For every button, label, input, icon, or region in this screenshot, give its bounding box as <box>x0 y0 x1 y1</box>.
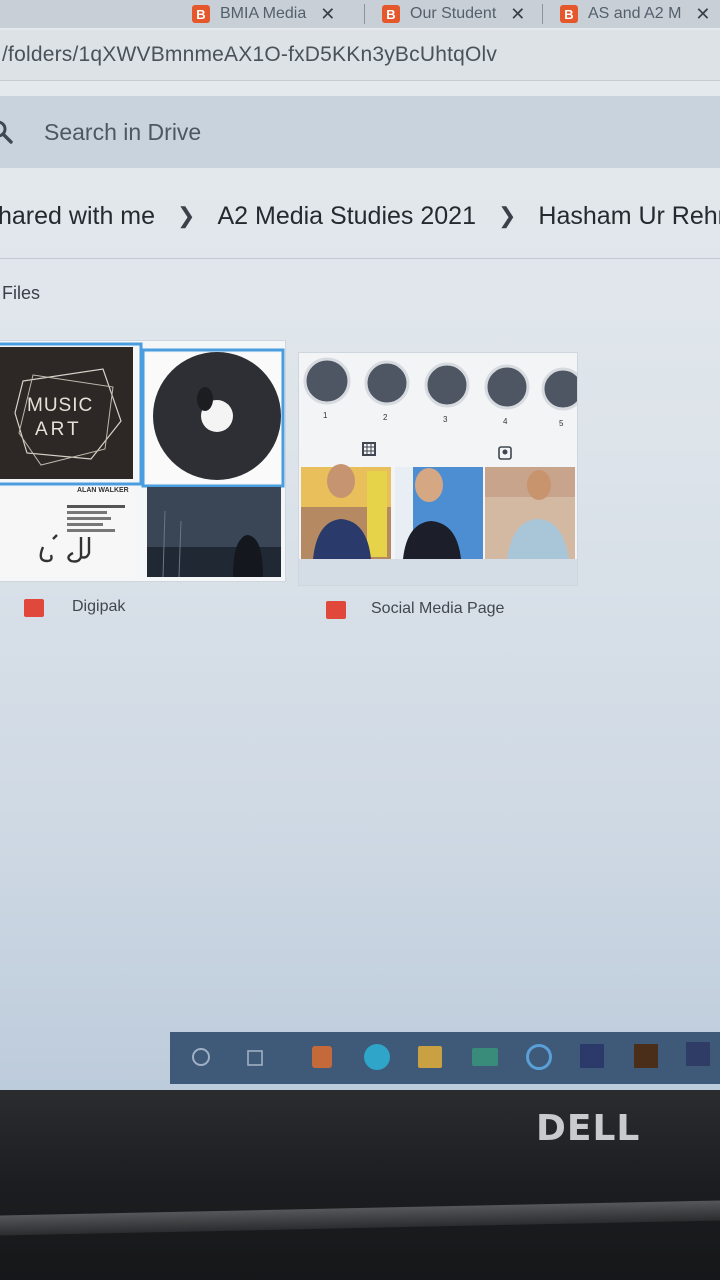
file-explorer-icon[interactable] <box>312 1046 332 1068</box>
adobe-app-icon[interactable] <box>580 1044 604 1068</box>
digipak-artist-name: ALAN WALKER <box>77 487 129 494</box>
drive-search-bar[interactable] <box>0 96 720 168</box>
close-icon[interactable]: ✕ <box>510 4 525 25</box>
breadcrumb-shared-with-me[interactable]: hared with me <box>0 202 155 231</box>
highlight-label-2: 2 <box>383 413 388 422</box>
search-icon[interactable] <box>0 119 14 145</box>
section-label-files: Files <box>2 283 41 303</box>
tab-title: AS and A2 M <box>588 5 682 22</box>
digipak-thumbnail <box>0 341 285 581</box>
dell-logo: DELL <box>536 1108 641 1149</box>
close-icon[interactable]: ✕ <box>695 4 710 25</box>
task-view-icon[interactable] <box>246 1048 268 1068</box>
blogger-icon: B <box>192 5 210 23</box>
highlight-label-4: 4 <box>503 417 508 426</box>
digipak-logo-text-art: ART <box>35 419 82 440</box>
file-card-digipak[interactable]: MUSIC ART ALAN WALKER <box>0 340 286 582</box>
url-text[interactable]: /folders/1qXWVBmnmeAX1O-fxD5KKn3yBcUhtqO… <box>0 43 497 67</box>
highlight-label-5: 5 <box>559 419 564 428</box>
windows-taskbar <box>170 1032 720 1084</box>
cortana-icon[interactable] <box>190 1046 212 1068</box>
tab-title: Our Student <box>410 5 497 22</box>
premiere-icon[interactable] <box>686 1042 710 1066</box>
tab-our-student[interactable]: B Our Student ✕ <box>382 0 525 28</box>
blogger-icon: B <box>382 5 400 23</box>
highlight-label-3: 3 <box>443 415 448 424</box>
breadcrumb: hared with me ❯ A2 Media Studies 2021 ❯ … <box>0 188 720 244</box>
image-file-icon <box>326 601 346 619</box>
breadcrumb-current-folder[interactable]: Hasham Ur Rehman <box>538 202 720 231</box>
address-bar[interactable]: /folders/1qXWVBmnmeAX1O-fxD5KKn3yBcUhtqO… <box>0 30 720 81</box>
highlight-label-1: 1 <box>323 411 328 420</box>
close-icon[interactable]: ✕ <box>320 4 335 25</box>
chevron-right-icon: ❯ <box>177 203 196 228</box>
file-name-digipak[interactable]: Digipak <box>72 598 125 616</box>
blogger-icon: B <box>560 5 578 23</box>
store-icon[interactable] <box>418 1046 442 1068</box>
tab-as-and-a2[interactable]: B AS and A2 M ✕ <box>560 0 710 28</box>
monitor-screen: B BMIA Media ✕ B Our Student ✕ B AS and … <box>0 0 720 1100</box>
edge-icon[interactable] <box>364 1044 390 1070</box>
tab-divider <box>542 4 543 24</box>
breadcrumb-a2-media-studies[interactable]: A2 Media Studies 2021 <box>217 202 476 231</box>
mail-icon[interactable] <box>472 1048 498 1066</box>
tab-divider <box>364 4 365 24</box>
search-input[interactable] <box>42 117 546 147</box>
divider <box>0 258 720 259</box>
browser-tab-strip: B BMIA Media ✕ B Our Student ✕ B AS and … <box>0 0 720 28</box>
illustrator-icon[interactable] <box>634 1044 658 1068</box>
digipak-logo-text-music: MUSIC <box>27 395 94 416</box>
tab-bmia-media[interactable]: B BMIA Media ✕ <box>192 0 335 28</box>
image-file-icon <box>24 599 44 617</box>
browser-icon[interactable] <box>526 1044 552 1070</box>
chevron-right-icon: ❯ <box>497 203 517 228</box>
social-media-thumbnail <box>299 353 577 585</box>
tab-title: BMIA Media <box>220 5 307 22</box>
file-card-social-media-page[interactable]: 1 2 3 4 5 <box>298 352 578 586</box>
file-name-social-media-page[interactable]: Social Media Page <box>371 600 504 618</box>
